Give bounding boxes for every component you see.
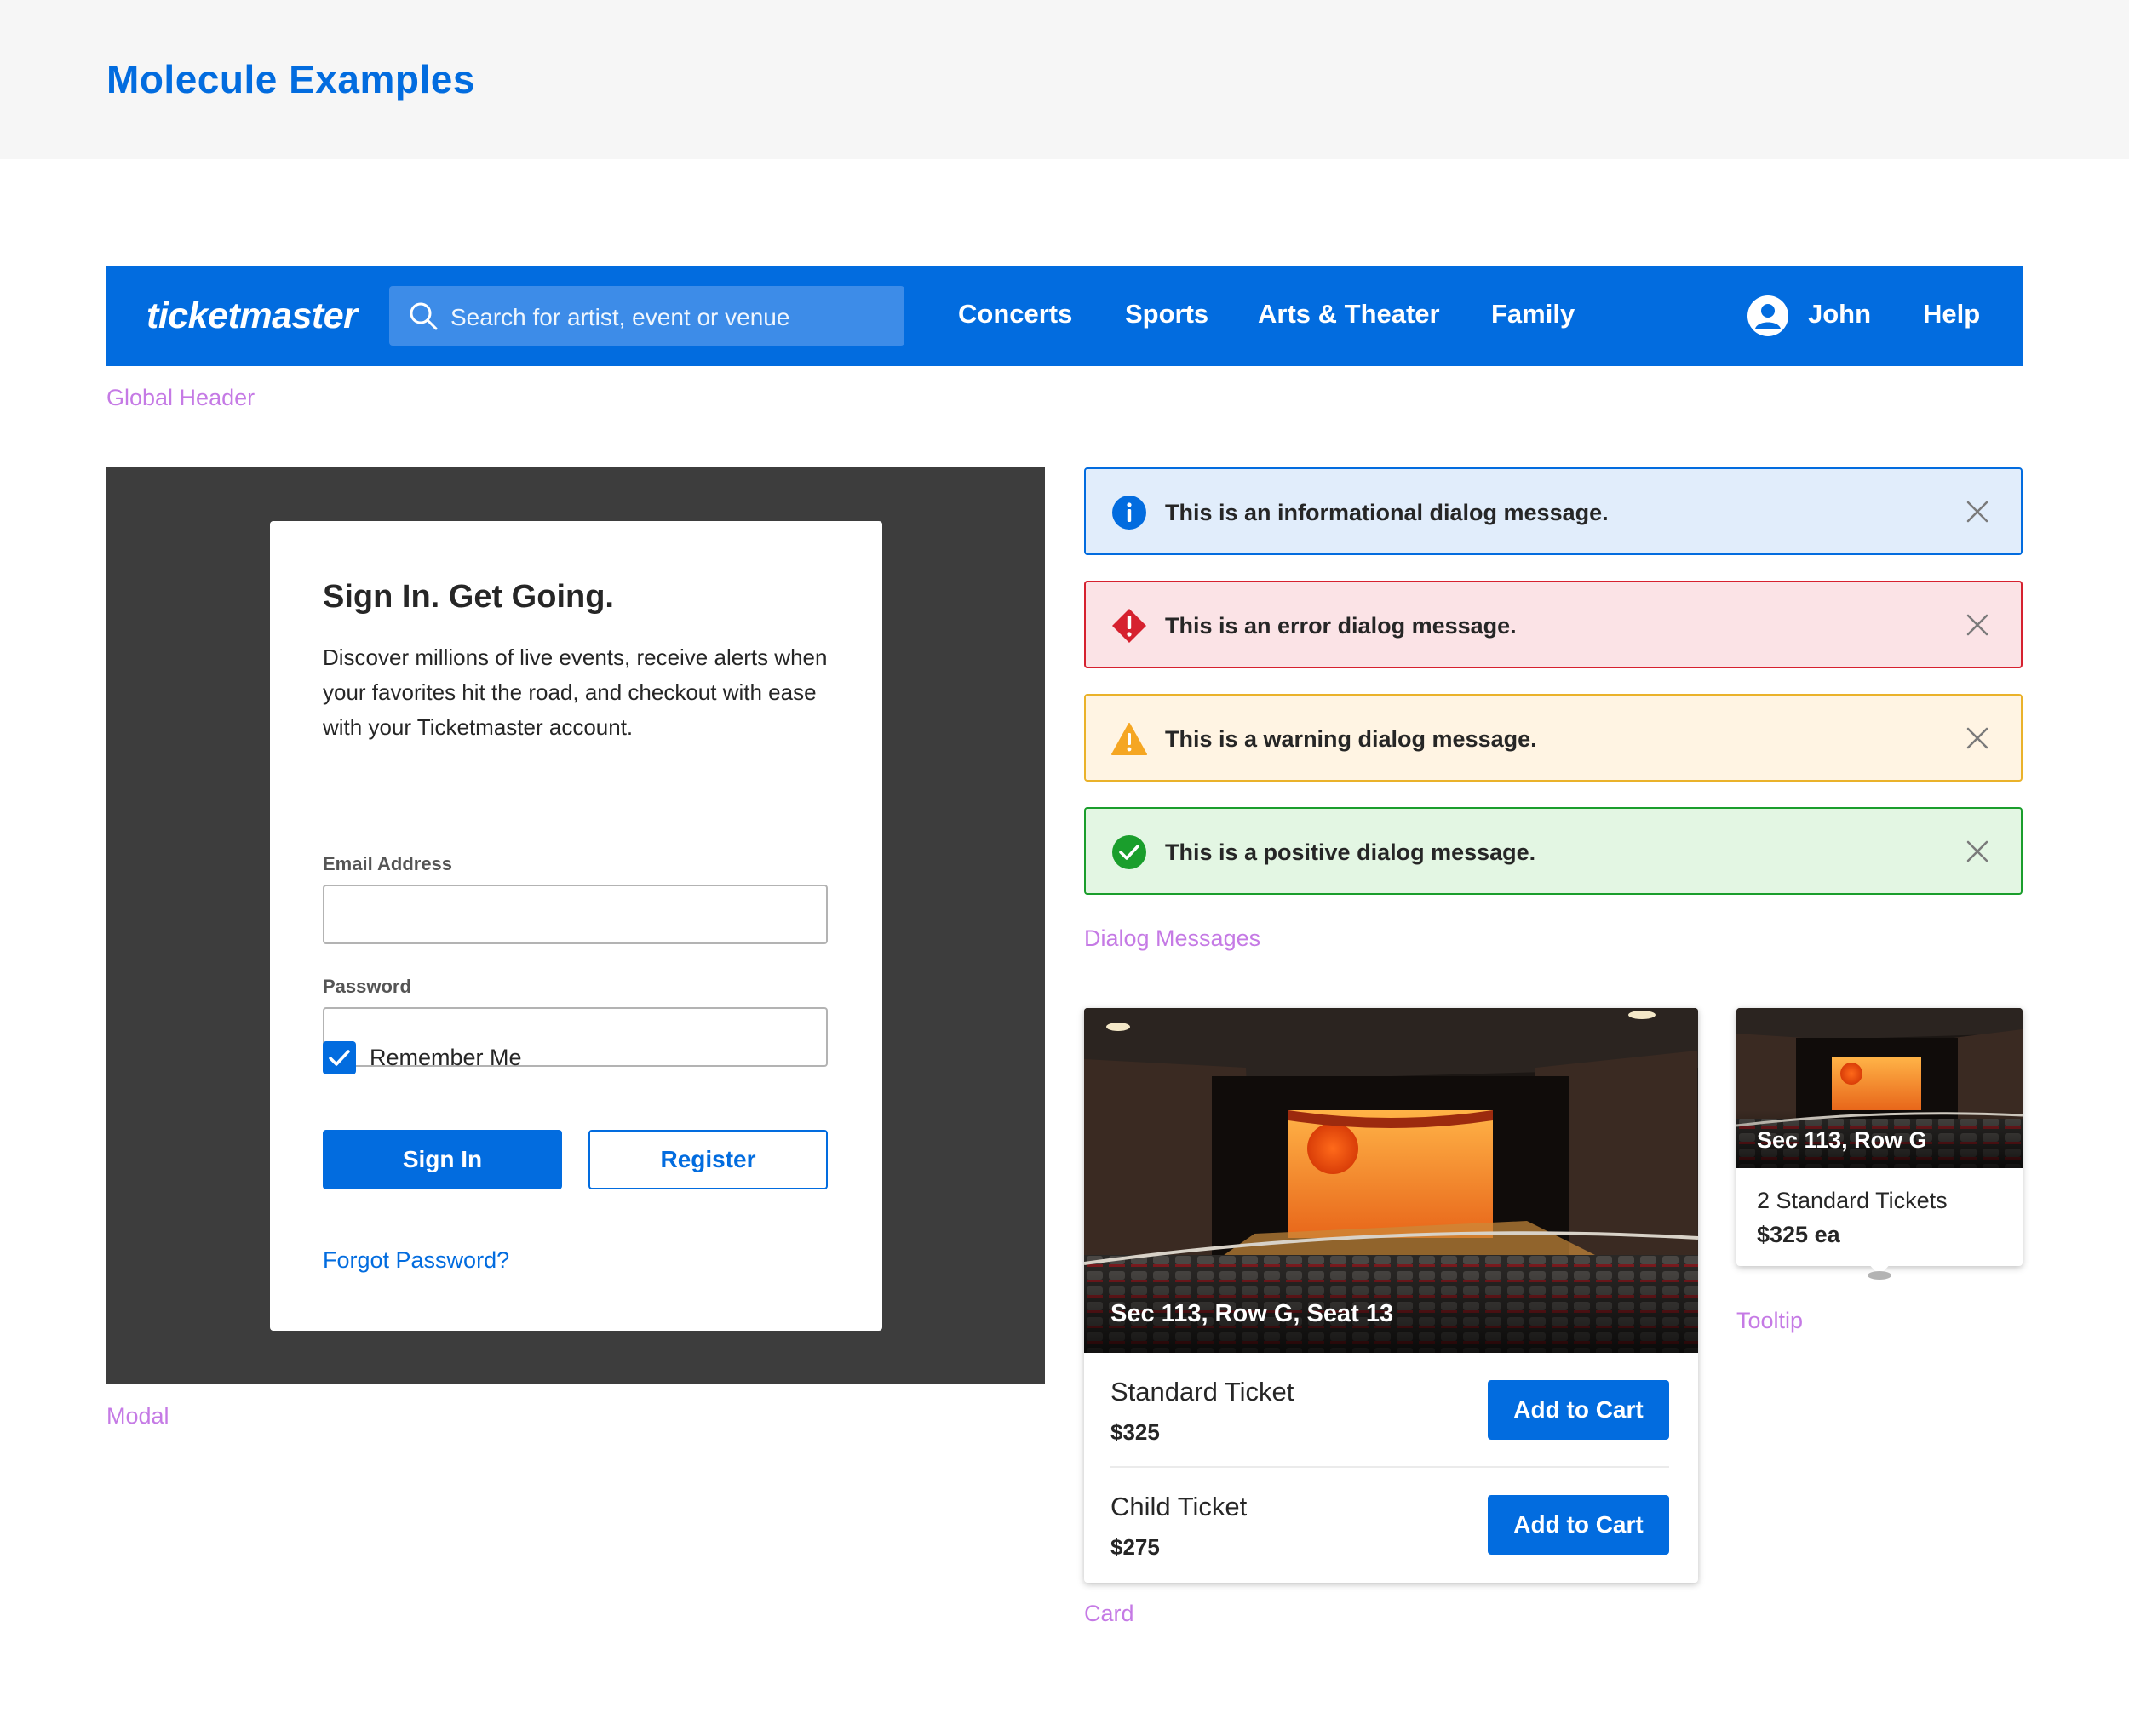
caption-global-header: Global Header	[106, 385, 255, 410]
ticket-price: $325	[1110, 1419, 1160, 1445]
dialog-message: This is an informational dialog message.	[1165, 500, 1609, 525]
positive-dialog: This is a positive dialog message.	[1084, 807, 2023, 895]
seat-tooltip: Sec 113, Row G 2 Standard Tickets $325 e…	[1736, 1008, 2023, 1280]
checkmark-icon	[329, 1050, 350, 1066]
modal-description: Discover millions of live events, receiv…	[323, 645, 828, 740]
dialog-message: This is an error dialog message.	[1165, 613, 1517, 639]
caption-card: Card	[1084, 1601, 1134, 1626]
card-seat-caption: Sec 113, Row G, Seat 13	[1110, 1300, 1394, 1327]
register-button[interactable]: Register	[588, 1130, 828, 1189]
dialog-message: This is a positive dialog message.	[1165, 839, 1536, 865]
nav-sports[interactable]: Sports	[1125, 299, 1208, 329]
email-field[interactable]	[323, 885, 828, 944]
caption-dialog-messages: Dialog Messages	[1084, 925, 1261, 951]
password-label: Password	[323, 976, 411, 997]
error-dialog: This is an error dialog message.	[1084, 581, 2023, 668]
nav-help[interactable]: Help	[1923, 299, 1980, 329]
close-icon[interactable]	[1966, 727, 1988, 749]
global-header: ticketmaster Search for artist, event or…	[106, 266, 2023, 366]
close-icon[interactable]	[1966, 840, 1988, 862]
caption-modal: Modal	[106, 1403, 169, 1429]
search-icon	[410, 302, 438, 330]
ticketmaster-logo[interactable]: ticketmaster	[146, 295, 358, 337]
email-label: Email Address	[323, 853, 453, 874]
error-icon	[1112, 609, 1146, 643]
user-avatar-icon[interactable]	[1747, 295, 1788, 336]
user-name[interactable]: John	[1808, 299, 1871, 329]
tooltip-pointer-icon	[1867, 1262, 1892, 1280]
info-dialog: This is an informational dialog message.	[1084, 467, 2023, 555]
nav-arts-theater[interactable]: Arts & Theater	[1258, 299, 1440, 329]
ticket-name: Child Ticket	[1110, 1492, 1248, 1521]
remember-me-checkbox[interactable]	[323, 1041, 356, 1074]
tooltip-ticket-count: 2 Standard Tickets	[1757, 1188, 1948, 1213]
sign-in-button[interactable]: Sign In	[323, 1130, 562, 1189]
divider	[1110, 1466, 1669, 1468]
modal-backdrop: Sign In. Get Going. Discover millions of…	[106, 467, 1045, 1384]
ticket-price: $275	[1110, 1534, 1160, 1560]
add-to-cart-button[interactable]: Add to Cart	[1488, 1380, 1669, 1440]
nav-concerts[interactable]: Concerts	[958, 299, 1072, 329]
ticket-card: Sec 113, Row G, Seat 13 Standard Ticket …	[1084, 1008, 1698, 1583]
warning-dialog: This is a warning dialog message.	[1084, 694, 2023, 782]
remember-me-label[interactable]: Remember Me	[370, 1045, 522, 1071]
close-icon[interactable]	[1966, 501, 1988, 523]
dialog-message: This is a warning dialog message.	[1165, 726, 1537, 752]
modal-title: Sign In. Get Going.	[323, 579, 614, 615]
check-circle-icon	[1112, 835, 1146, 869]
warning-icon	[1111, 723, 1147, 755]
info-icon	[1112, 496, 1146, 530]
tooltip-seat-caption: Sec 113, Row G	[1757, 1127, 1927, 1153]
add-to-cart-button[interactable]: Add to Cart	[1488, 1495, 1669, 1555]
ticket-name: Standard Ticket	[1110, 1377, 1294, 1407]
nav-family[interactable]: Family	[1491, 299, 1575, 329]
search-input[interactable]: Search for artist, event or venue	[389, 286, 904, 346]
caption-tooltip: Tooltip	[1736, 1308, 1804, 1333]
forgot-password-link[interactable]: Forgot Password?	[323, 1247, 509, 1274]
close-icon[interactable]	[1966, 614, 1988, 636]
page-title: Molecule Examples	[106, 57, 475, 101]
search-placeholder: Search for artist, event or venue	[450, 304, 790, 330]
sign-in-modal: Sign In. Get Going. Discover millions of…	[270, 521, 882, 1331]
tooltip-price: $325 ea	[1757, 1222, 1840, 1247]
